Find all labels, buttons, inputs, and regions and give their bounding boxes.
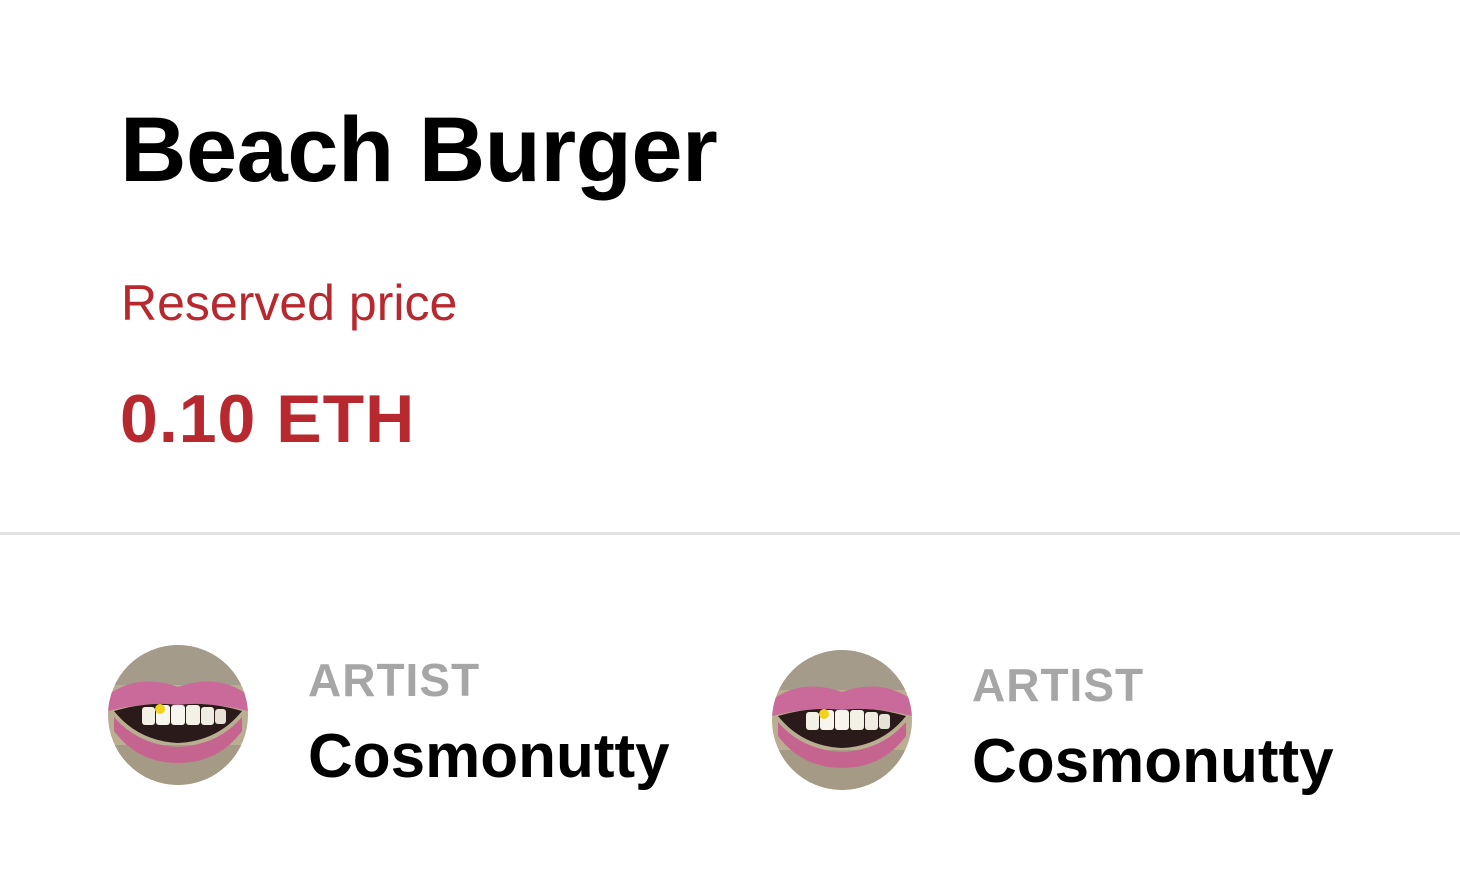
artwork-title: Beach Burger bbox=[120, 99, 718, 201]
artist-role-label: ARTIST bbox=[972, 659, 1145, 711]
artist-name-link[interactable]: Cosmonutty bbox=[308, 722, 670, 791]
reserved-price-label: Reserved price bbox=[121, 275, 458, 331]
section-divider bbox=[0, 532, 1460, 535]
lips-avatar-icon bbox=[772, 650, 912, 790]
lips-avatar-icon bbox=[108, 645, 248, 785]
artist-name-link[interactable]: Cosmonutty bbox=[972, 727, 1334, 796]
reserved-price-value: 0.10 ETH bbox=[120, 381, 416, 457]
artist-card[interactable]: ARTIST Cosmonutty bbox=[108, 645, 708, 795]
artist-avatar[interactable] bbox=[772, 650, 912, 790]
artwork-detail-panel: Beach Burger Reserved price 0.10 ETH ART… bbox=[0, 0, 1460, 872]
artist-card[interactable]: ARTIST Cosmonutty bbox=[772, 650, 1372, 800]
artist-role-label: ARTIST bbox=[308, 654, 481, 706]
artist-avatar[interactable] bbox=[108, 645, 248, 785]
